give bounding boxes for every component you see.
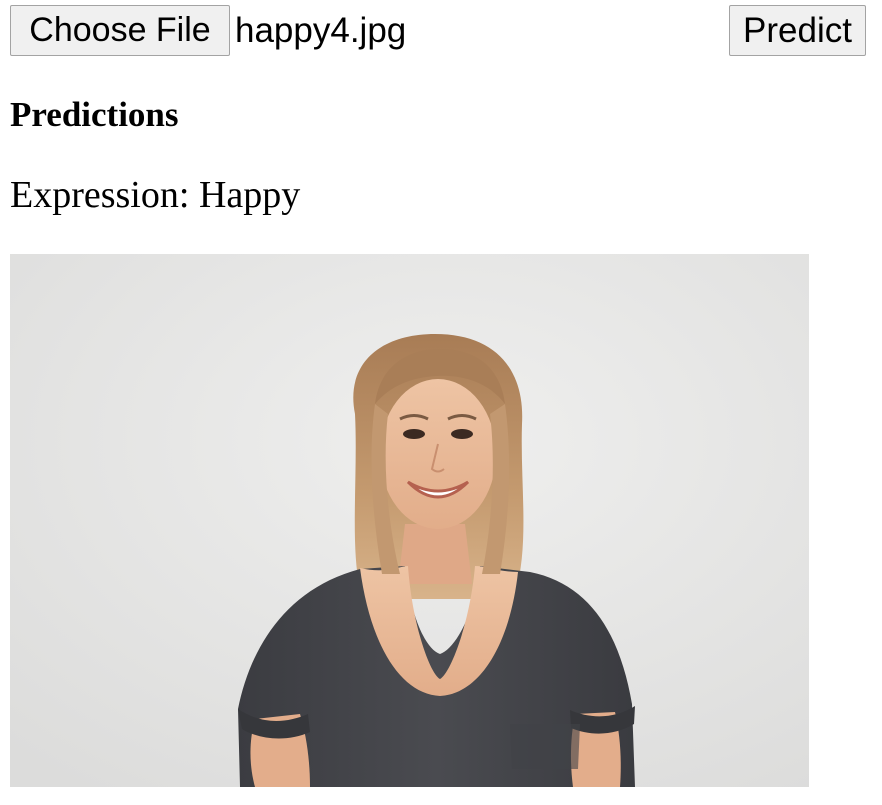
selected-file-name: happy4.jpg (235, 11, 407, 50)
predict-button[interactable]: Predict (729, 5, 866, 56)
choose-file-button[interactable]: Choose File (10, 5, 230, 56)
expression-value: Happy (198, 174, 301, 216)
predictions-heading: Predictions (10, 95, 179, 134)
expression-result: Expression: Happy (10, 172, 300, 218)
uploaded-photo (10, 254, 809, 787)
expression-label: Expression: (10, 174, 190, 216)
